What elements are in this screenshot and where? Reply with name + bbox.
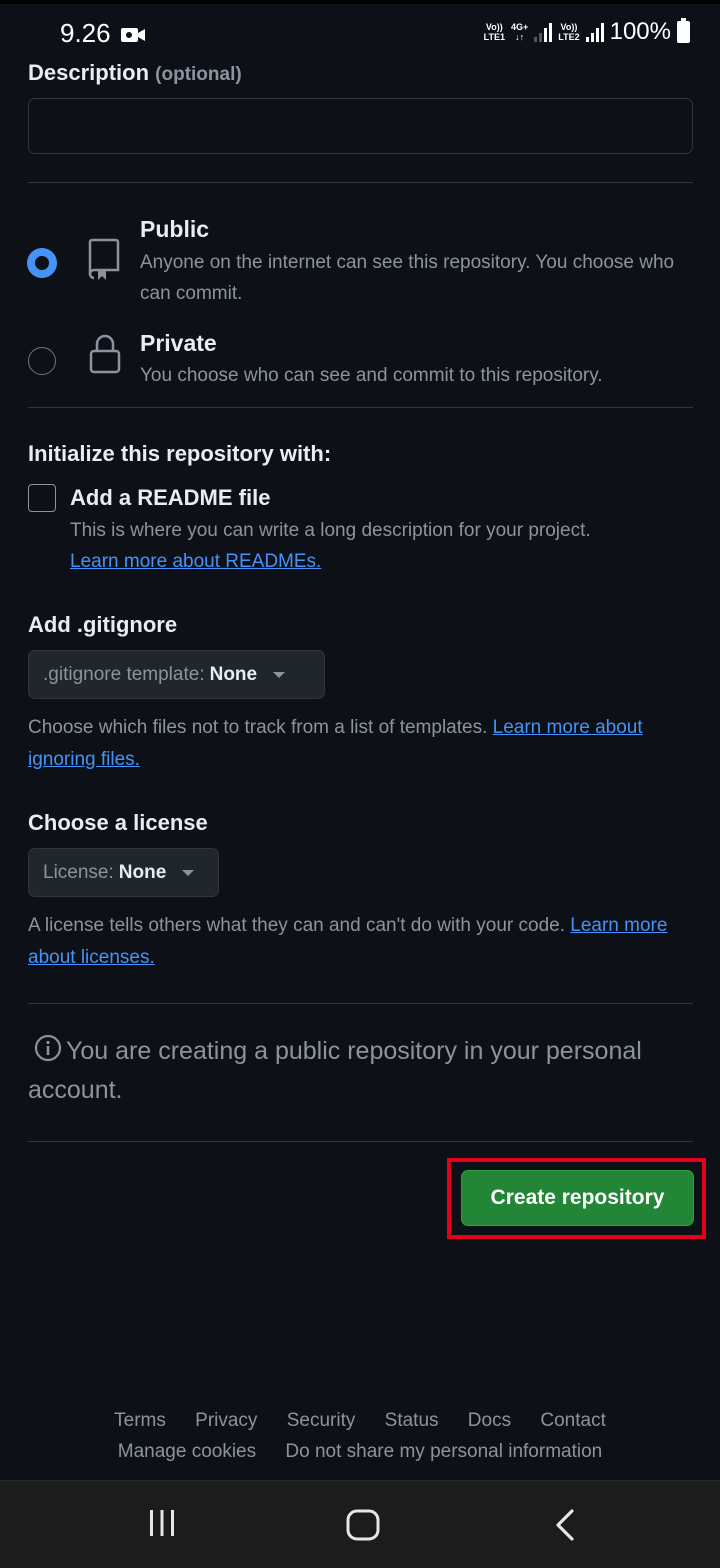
repo-icon <box>88 238 120 280</box>
status-indicators: Vo)) LTE1 4G+ ↓↑ Vo)) LTE2 100% <box>484 18 690 46</box>
private-description: You choose who can see and commit to thi… <box>140 365 603 386</box>
footer-link-privacy[interactable]: Privacy <box>195 1410 257 1431</box>
private-title[interactable]: Private <box>140 330 217 357</box>
video-camera-icon <box>121 28 145 42</box>
system-navigation-bar <box>0 1480 720 1568</box>
license-select[interactable]: License: None <box>28 848 219 897</box>
network-type-indicator: 4G+ ↓↑ <box>511 22 529 42</box>
divider <box>28 1003 693 1004</box>
gitignore-template-select[interactable]: .gitignore template: None <box>28 650 325 699</box>
footer-link-manage-cookies[interactable]: Manage cookies <box>118 1441 256 1462</box>
readme-description: This is where you can write a long descr… <box>70 520 591 572</box>
gitignore-heading: Add .gitignore <box>28 612 178 637</box>
caret-down-icon <box>182 869 195 876</box>
optional-hint: (optional) <box>155 64 242 85</box>
footer-links-row-2: Manage cookies Do not share my personal … <box>0 1441 720 1463</box>
public-title[interactable]: Public <box>140 216 209 243</box>
public-description: Anyone on the internet can see this repo… <box>140 252 675 304</box>
private-radio[interactable] <box>28 347 56 375</box>
initialize-heading: Initialize this repository with: <box>28 441 332 466</box>
gitignore-help: Choose which files not to track from a l… <box>28 717 643 770</box>
divider <box>28 407 693 408</box>
recent-apps-icon[interactable] <box>146 1507 178 1539</box>
info-icon <box>34 1034 62 1062</box>
status-bar: 9.26 Vo)) LTE1 4G+ ↓↑ Vo)) LTE2 100% <box>0 0 720 57</box>
description-label: Description (optional) <box>28 60 242 85</box>
create-button-highlight: Create repository <box>447 1158 706 1239</box>
caret-down-icon <box>273 671 286 678</box>
footer-link-terms[interactable]: Terms <box>114 1410 166 1431</box>
readme-title[interactable]: Add a README file <box>70 485 270 511</box>
footer-link-status[interactable]: Status <box>385 1410 439 1431</box>
battery-icon <box>677 18 690 43</box>
footer-links-row-1: Terms Privacy Security Status Docs Conta… <box>0 1410 720 1432</box>
footer-link-contact[interactable]: Contact <box>540 1410 605 1431</box>
license-help: A license tells others what they can and… <box>28 915 668 968</box>
status-time: 9.26 <box>60 18 111 48</box>
home-icon[interactable] <box>345 1507 381 1543</box>
public-radio[interactable] <box>28 249 56 277</box>
readme-learn-more-link[interactable]: Learn more about READMEs. <box>70 551 321 572</box>
readme-checkbox[interactable] <box>28 484 56 512</box>
sim1-indicator: Vo)) LTE1 <box>483 22 505 42</box>
divider <box>28 1141 693 1142</box>
lock-icon <box>89 334 121 374</box>
signal-icon <box>534 22 553 42</box>
battery-percent: 100% <box>609 18 671 45</box>
public-repo-notice: You are creating a public repository in … <box>28 1032 698 1110</box>
sim2-indicator: Vo)) LTE2 <box>558 22 580 42</box>
footer-link-do-not-share[interactable]: Do not share my personal information <box>285 1441 602 1462</box>
license-heading: Choose a license <box>28 810 208 835</box>
footer-link-security[interactable]: Security <box>287 1410 356 1431</box>
footer-link-docs[interactable]: Docs <box>468 1410 511 1431</box>
create-repository-button[interactable]: Create repository <box>461 1170 694 1226</box>
description-input[interactable] <box>28 98 693 154</box>
signal-icon <box>585 22 604 42</box>
back-icon[interactable] <box>550 1507 580 1543</box>
divider <box>28 182 693 183</box>
